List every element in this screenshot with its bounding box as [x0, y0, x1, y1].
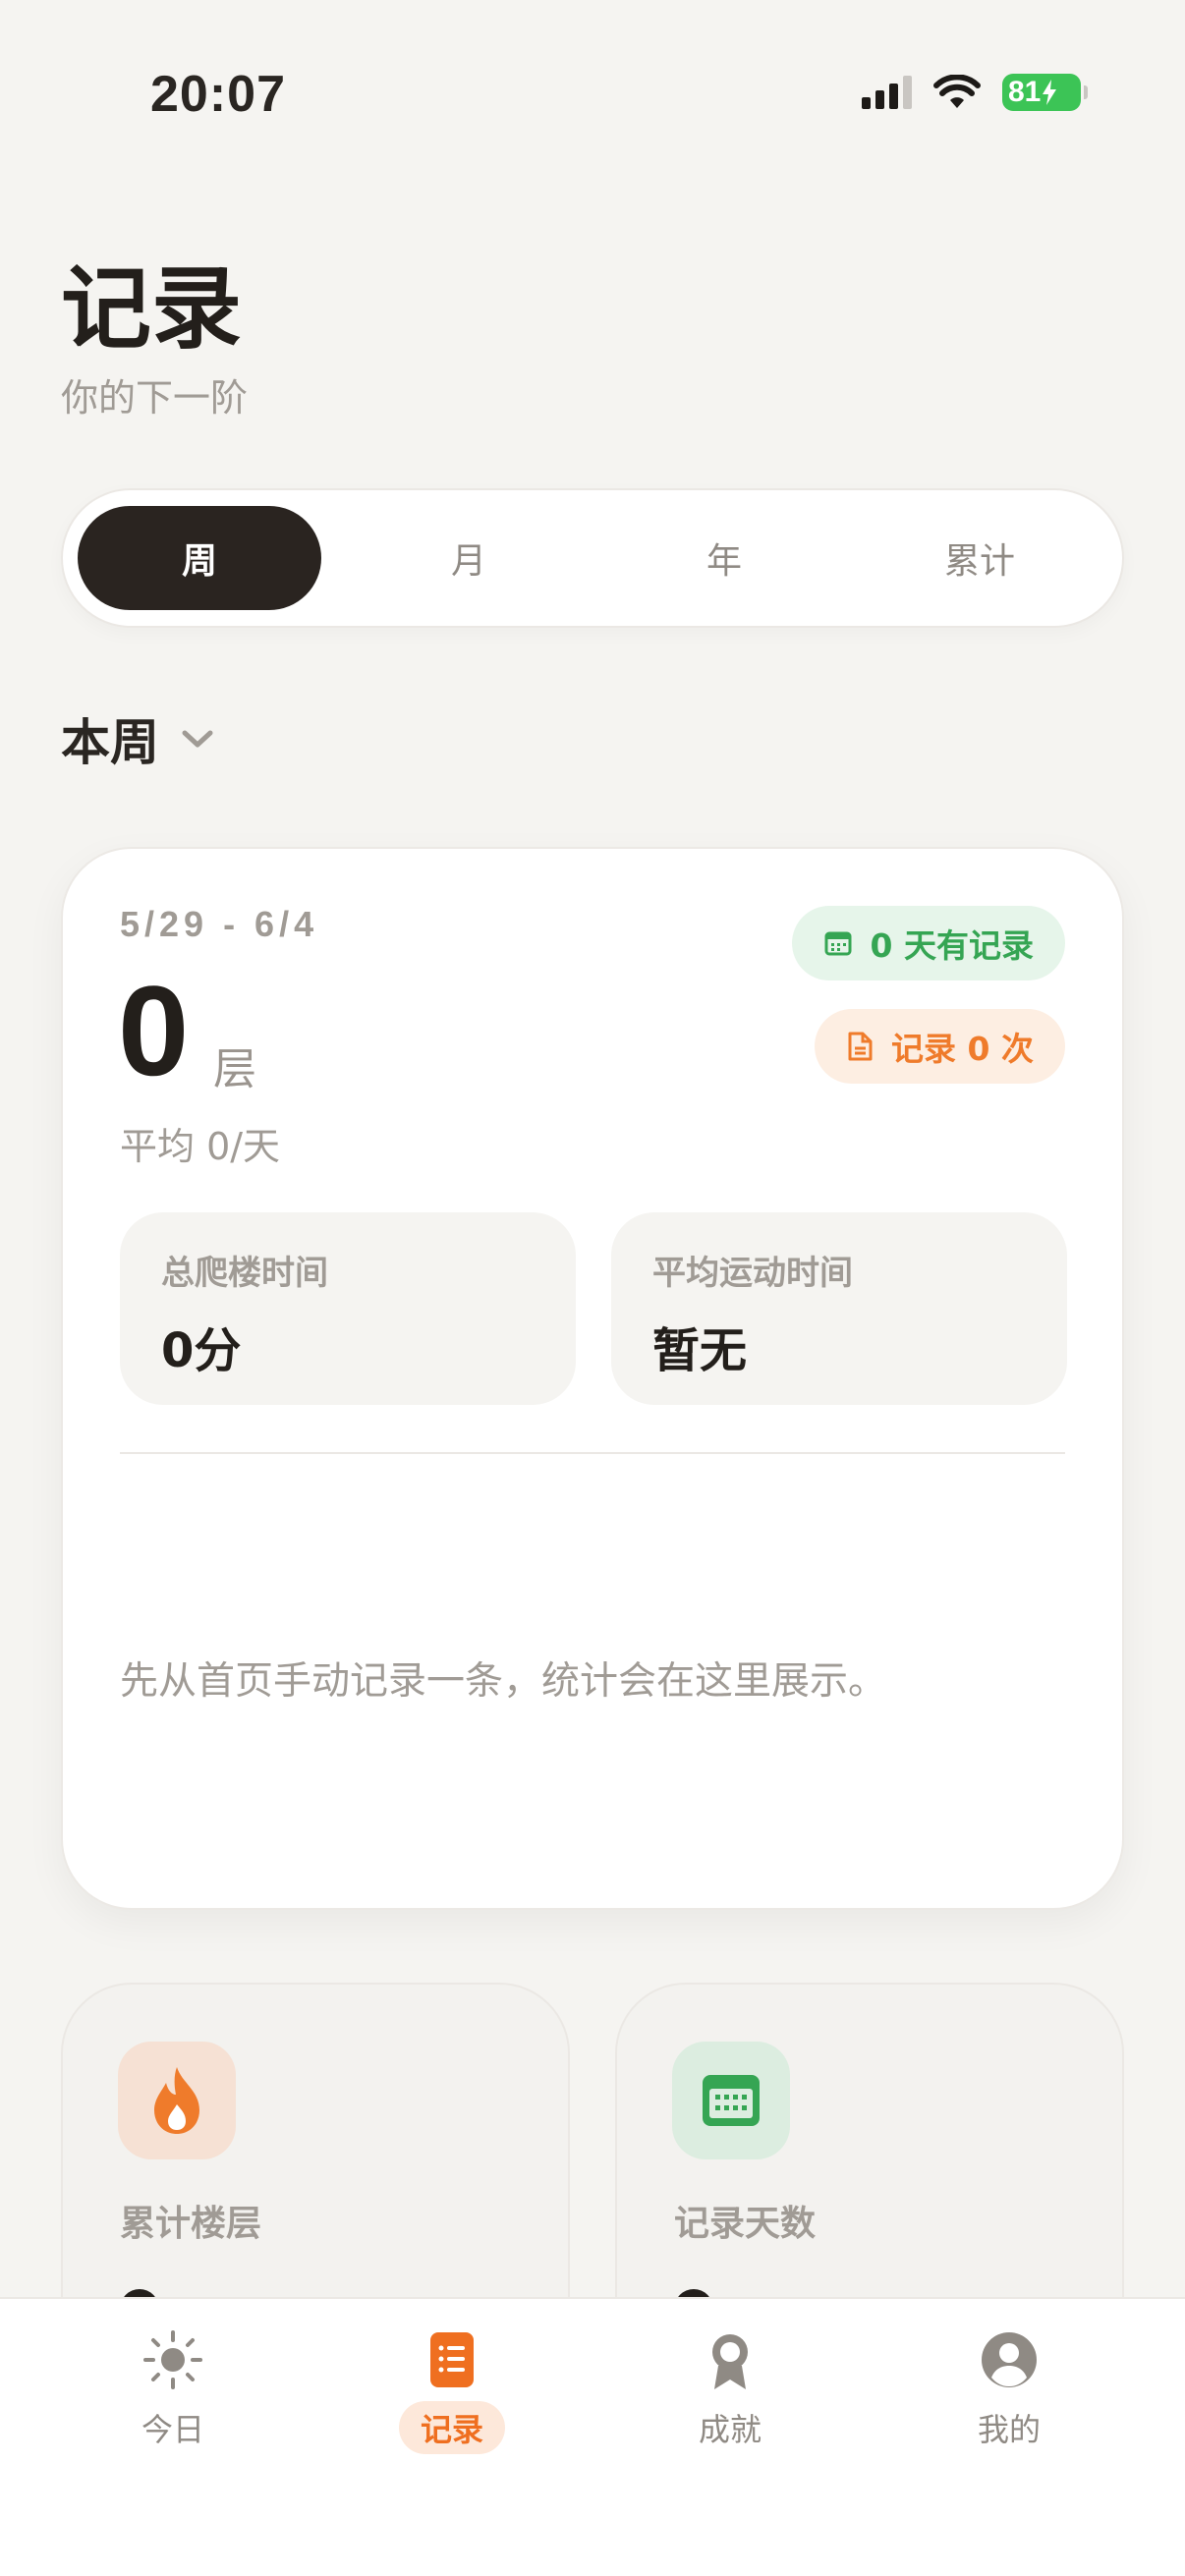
segment-month[interactable]: 月	[341, 506, 596, 610]
empty-state-message: 先从首页手动记录一条，统计会在这里展示。	[120, 1659, 887, 1704]
segment-year[interactable]: 年	[596, 506, 852, 610]
document-icon	[848, 1032, 873, 1061]
record-count-text: 记录 0 次	[891, 1030, 1034, 1068]
sun-icon	[143, 2330, 202, 2389]
tab-profile[interactable]: 我的	[911, 2328, 1107, 2454]
average-time-stat: 平均运动时间 暂无	[611, 1212, 1067, 1405]
list-icon	[430, 2332, 474, 2387]
profile-icon	[982, 2332, 1037, 2387]
page-title: 记录	[61, 256, 243, 362]
segment-total[interactable]: 累计	[852, 506, 1107, 610]
charging-bolt-icon	[1043, 80, 1057, 105]
status-time: 20:07	[150, 66, 286, 123]
tab-profile-label: 我的	[977, 2411, 1041, 2448]
segment-week[interactable]: 周	[78, 506, 321, 610]
period-label: 本周	[61, 714, 159, 771]
divider	[120, 1452, 1065, 1454]
tab-achievements[interactable]: 成就	[632, 2328, 828, 2454]
date-range: 5/29 - 6/4	[120, 904, 319, 944]
flame-icon	[118, 2042, 236, 2159]
battery-icon: 81	[1002, 74, 1088, 111]
days-recorded-text: 0 天有记录	[870, 926, 1034, 965]
total-floors: 0	[118, 959, 190, 1102]
tab-records-label: 记录	[398, 2401, 505, 2454]
calendar-icon	[672, 2042, 790, 2159]
period-dropdown[interactable]: 本周	[61, 703, 214, 774]
records-screen: 20:07 81 记录 你的下一阶 周 月 年 累计 本周 5/29 - 6/4…	[0, 0, 1185, 2576]
tab-today[interactable]: 今日	[75, 2328, 271, 2454]
tab-records[interactable]: 记录	[354, 2328, 550, 2454]
status-icons: 81	[862, 74, 1088, 111]
total-time-label: 总爬楼时间	[161, 1254, 328, 1293]
cumulative-floors-label: 累计楼层	[120, 2204, 262, 2244]
tab-achievements-label: 成就	[698, 2411, 762, 2448]
average-time-value: 暂无	[652, 1323, 748, 1378]
calendar-icon	[824, 931, 852, 956]
tab-today-label: 今日	[141, 2411, 204, 2448]
bottom-tab-bar: 今日 记录 成就 我的	[0, 2297, 1185, 2576]
floors-unit: 层	[213, 1044, 256, 1094]
average-time-label: 平均运动时间	[652, 1254, 853, 1293]
cellular-signal-icon	[862, 76, 912, 109]
daily-average: 平均 0/天	[120, 1125, 281, 1168]
award-icon	[712, 2334, 748, 2389]
chevron-down-icon	[182, 730, 213, 748]
total-time-value: 0分	[161, 1323, 242, 1378]
page-subtitle: 你的下一阶	[61, 376, 249, 420]
summary-card: 5/29 - 6/4 0 层 平均 0/天 0 天有记录 记录 0 次 总爬楼时…	[61, 847, 1124, 1910]
period-segmented-control: 周 月 年 累计	[61, 488, 1124, 628]
record-days-label: 记录天数	[674, 2204, 817, 2244]
battery-level: 81	[1008, 76, 1042, 108]
total-time-stat: 总爬楼时间 0分	[120, 1212, 576, 1405]
record-count-badge: 记录 0 次	[815, 1009, 1065, 1084]
days-recorded-badge: 0 天有记录	[791, 906, 1065, 980]
wifi-icon	[933, 75, 981, 108]
